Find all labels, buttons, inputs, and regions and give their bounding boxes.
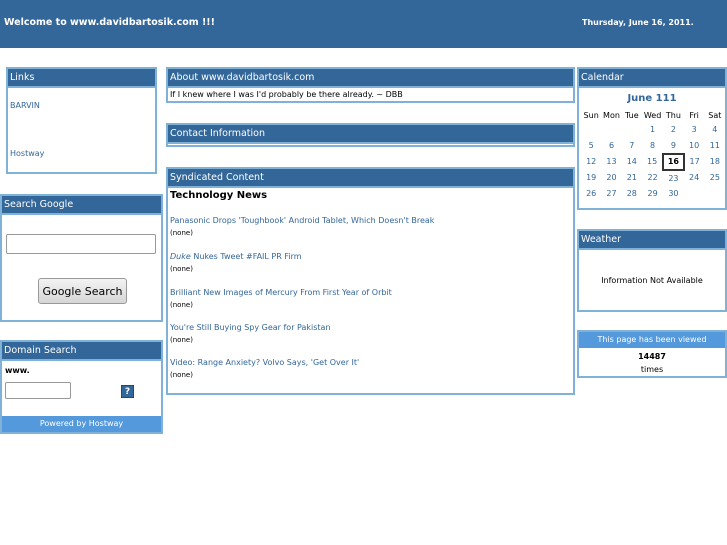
news-item-2-rest: Nukes Tweet #FAIL PR Firm <box>190 252 302 261</box>
news-item-2-meta: (none) <box>170 265 193 273</box>
google-search-input[interactable] <box>6 234 156 254</box>
weather-box: Weather Information Not Available <box>577 229 727 312</box>
calendar-weekday-row: Sun Mon Tue Wed Thu Fri Sat <box>581 108 725 122</box>
weather-title: Weather <box>579 231 725 250</box>
calendar-day[interactable]: 6 <box>601 138 621 155</box>
news-item-2-em: Duke <box>170 252 191 261</box>
link-hostway[interactable]: Hostway <box>10 149 44 158</box>
calendar-day[interactable]: 16 <box>662 153 685 171</box>
calendar-day[interactable]: 23 <box>663 170 683 187</box>
news-item-1[interactable]: Panasonic Drops 'Toughbook' Android Tabl… <box>170 216 434 225</box>
calendar-day[interactable]: 19 <box>581 170 601 187</box>
news-item-3-meta: (none) <box>170 301 193 309</box>
calendar-day[interactable]: 5 <box>581 138 601 155</box>
news-item-4-meta: (none) <box>170 336 193 344</box>
calendar-day[interactable]: 20 <box>601 170 621 187</box>
calendar-day[interactable]: 14 <box>622 154 642 170</box>
technology-news-heading: Technology News <box>170 190 268 201</box>
calendar-day[interactable]: 13 <box>601 154 621 170</box>
calendar-day[interactable]: 30 <box>663 186 683 202</box>
calendar-empty-cell <box>705 186 725 202</box>
calendar-day[interactable]: 27 <box>601 186 621 202</box>
about-box: About www.davidbartosik.com If I knew wh… <box>166 67 575 103</box>
calendar-day[interactable]: 26 <box>581 186 601 202</box>
view-count: 14487 <box>638 352 666 361</box>
view-count-unit: times <box>640 365 664 374</box>
news-item-4[interactable]: You're Still Buying Spy Gear for Pakista… <box>170 323 331 332</box>
link-barvin[interactable]: BARVIN <box>10 101 40 110</box>
calendar-day[interactable]: 9 <box>663 138 683 155</box>
page-view-counter: This page has been viewed 14487 times <box>577 330 727 378</box>
header-bar: Welcome to www.davidbartosik.com !!! Thu… <box>0 0 727 48</box>
calendar-day[interactable]: 7 <box>622 138 642 155</box>
syndicated-title: Syndicated Content <box>168 169 573 188</box>
site-welcome-title: Welcome to www.davidbartosik.com !!! <box>4 17 215 28</box>
calendar-day[interactable]: 15 <box>642 154 663 170</box>
news-item-1-meta: (none) <box>170 229 193 237</box>
calendar-day[interactable]: 4 <box>705 122 725 138</box>
calendar-week-row: 26 27 28 29 30 <box>581 186 725 202</box>
news-item-2[interactable]: Duke Nukes Tweet #FAIL PR Firm <box>170 252 302 261</box>
news-item-5[interactable]: Video: Range Anxiety? Volvo Says, 'Get O… <box>170 358 359 367</box>
calendar-empty-cell <box>581 122 601 138</box>
calendar-day[interactable]: 3 <box>684 122 705 138</box>
calendar-day[interactable]: 25 <box>705 170 725 187</box>
weekday-thu: Thu <box>665 110 681 120</box>
calendar-day[interactable]: 17 <box>684 154 705 170</box>
calendar-day[interactable]: 10 <box>684 138 705 155</box>
calendar-day[interactable]: 11 <box>705 138 725 155</box>
calendar-week-row: 5 6 7 8 9 10 11 <box>581 138 725 155</box>
calendar-day[interactable]: 12 <box>581 154 601 170</box>
current-date: Thursday, June 16, 2011. <box>582 18 694 27</box>
syndicated-content-box: Syndicated Content Technology News Panas… <box>166 167 575 395</box>
calendar-title: Calendar <box>579 69 725 88</box>
counter-title: This page has been viewed <box>579 332 725 348</box>
weekday-sat: Sat <box>708 110 722 120</box>
calendar-empty-cell <box>684 186 705 202</box>
domain-search-input[interactable] <box>5 382 71 399</box>
calendar-grid: Sun Mon Tue Wed Thu Fri Sat 1 2 3 4 5 6 7 8 9 10 1… <box>581 108 725 202</box>
calendar-day[interactable]: 1 <box>642 122 663 138</box>
calendar-day[interactable]: 8 <box>642 138 663 155</box>
links-box-title: Links <box>8 69 155 88</box>
domain-search-go-button[interactable]: ? <box>121 385 134 398</box>
calendar-day[interactable]: 29 <box>642 186 663 202</box>
weather-status: Information Not Available <box>601 276 703 285</box>
domain-search-box: Domain Search www. ? Powered by Hostway <box>0 340 163 434</box>
about-title: About www.davidbartosik.com <box>168 69 573 88</box>
contact-title: Contact Information <box>168 125 573 144</box>
calendar-empty-cell <box>601 122 621 138</box>
calendar-week-row: 12 13 14 15 16 17 18 <box>581 153 725 171</box>
weekday-sun: Sun <box>583 110 599 120</box>
weekday-wed: Wed <box>643 110 662 120</box>
google-search-button[interactable]: Google Search <box>38 278 127 304</box>
calendar-week-row: 1234 <box>581 122 725 138</box>
powered-by-label: Powered by Hostway <box>2 416 161 432</box>
calendar-day[interactable]: 2 <box>663 122 683 138</box>
weekday-fri: Fri <box>689 110 699 120</box>
calendar-month: June 111 <box>627 93 677 104</box>
news-item-3[interactable]: Brilliant New Images of Mercury From Fir… <box>170 288 392 297</box>
google-search-title: Search Google <box>2 196 161 215</box>
news-item-5-meta: (none) <box>170 371 193 379</box>
calendar-day[interactable]: 28 <box>622 186 642 202</box>
calendar-day[interactable]: 21 <box>622 170 642 187</box>
calendar-day[interactable]: 18 <box>705 154 725 170</box>
contact-box: Contact Information <box>166 123 575 147</box>
calendar-empty-cell <box>622 122 642 138</box>
weekday-mon: Mon <box>603 110 620 120</box>
about-quote: If I knew where I was I'd probably be th… <box>170 90 403 99</box>
domain-search-title: Domain Search <box>2 342 161 361</box>
links-box: Links BARVIN Hostway <box>6 67 157 174</box>
google-search-box: Search Google Google Search <box>0 194 163 322</box>
calendar-day[interactable]: 22 <box>642 170 663 187</box>
calendar-box: Calendar June 111 Sun Mon Tue Wed Thu Fr… <box>577 67 727 210</box>
calendar-day[interactable]: 24 <box>684 170 705 187</box>
calendar-week-row: 19 20 21 22 23 24 25 <box>581 170 725 187</box>
domain-prefix-label: www. <box>5 366 30 375</box>
weekday-tue: Tue <box>624 110 639 120</box>
